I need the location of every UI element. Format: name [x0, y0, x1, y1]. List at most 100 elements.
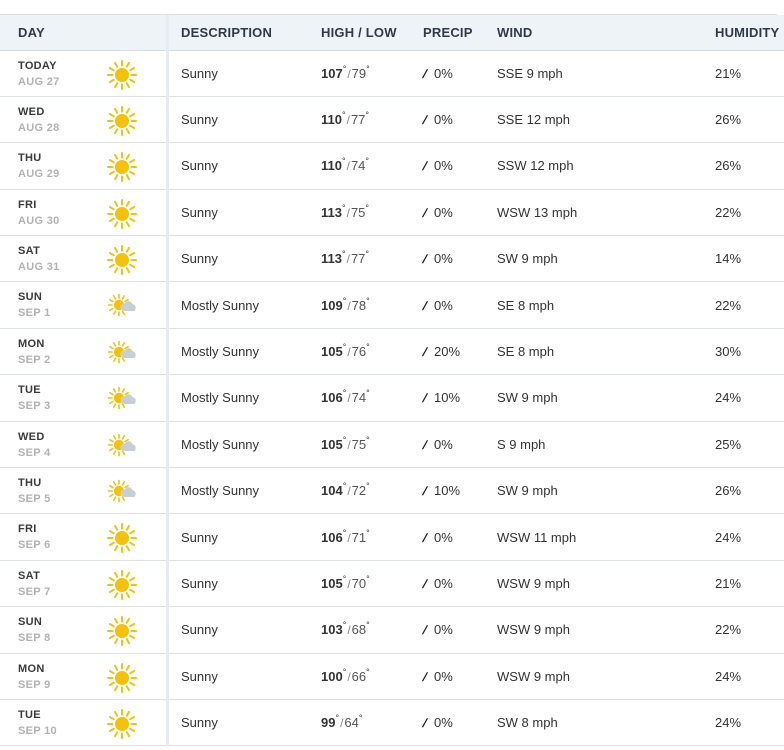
- degree-symbol: °: [341, 249, 346, 260]
- temp-separator: /: [347, 345, 351, 360]
- low-temp: 75: [350, 204, 366, 220]
- temp-separator: /: [347, 669, 351, 684]
- sunny-icon: [106, 569, 138, 601]
- forecast-panel: DAY DESCRIPTION HIGH / LOW PRECIP WIND H…: [0, 0, 784, 750]
- table-row[interactable]: FRI SEP 6 Sunny 106°/71°/0% WSW 11 mph 24%: [0, 513, 784, 561]
- high-temp: 110: [321, 112, 342, 128]
- table-row[interactable]: SUN SEP 8 Sunny 103°/68°/0% WSW 9 mph 22%: [0, 606, 784, 654]
- day-cell: TUE SEP 3: [0, 374, 169, 422]
- description-cell: Sunny: [167, 513, 321, 561]
- day-cell: SUN SEP 1: [0, 281, 169, 329]
- table-row[interactable]: TUE SEP 3 Mostly Sunny 106°/74°/10% SW 9 mph…: [0, 374, 784, 422]
- raindrop-icon: /: [421, 252, 428, 267]
- precip-cell: / 10%: [422, 467, 497, 515]
- degree-symbol: °: [366, 481, 370, 492]
- precip-cell: / 0%: [421, 421, 497, 469]
- table-row[interactable]: WED AUG 28 Sunny 110°/77°/0% SSE 12 mph 26%: [0, 96, 784, 144]
- table-row[interactable]: SUN SEP 1 Mostly Sunny 109°/78°/0% SE 8 mph 2…: [0, 281, 784, 329]
- description-cell: Mostly Sunny: [167, 467, 321, 515]
- low-temp: 68: [351, 622, 367, 638]
- day-of-week: SAT: [18, 569, 41, 582]
- day-cell: SAT AUG 31: [0, 235, 169, 283]
- wind-cell: WSW 9 mph: [497, 606, 715, 654]
- day-date: SEP 4: [18, 446, 51, 459]
- mostly-sunny-icon: [106, 430, 138, 462]
- low-temp: 72: [351, 483, 367, 499]
- table-row[interactable]: TUE SEP 10 Sunny 99°/64°/0% SW 8 mph 24%: [0, 699, 784, 747]
- table-row[interactable]: SAT AUG 31 Sunny 113°/77°/0% SW 9 mph 14%: [0, 235, 784, 283]
- table-row[interactable]: MON SEP 2 Mostly Sunny 105°/76°/20% SE 8 mph…: [0, 328, 784, 376]
- header-day[interactable]: DAY: [0, 15, 169, 51]
- precip-cell: / 0%: [422, 189, 497, 237]
- temp-separator: /: [347, 298, 351, 313]
- mostly-sunny-icon: [106, 290, 138, 322]
- wind-cell: SSE 9 mph: [497, 50, 715, 97]
- table-row[interactable]: THU SEP 5 Mostly Sunny 104°/72°/10% SW 9 mph…: [0, 467, 784, 515]
- high-temp: 109: [321, 297, 343, 313]
- temp-separator: /: [346, 252, 350, 267]
- header-description[interactable]: DESCRIPTION: [167, 15, 321, 51]
- degree-symbol: °: [342, 666, 347, 677]
- wind-cell: SW 9 mph: [497, 235, 715, 283]
- precip-cell: / 0%: [422, 699, 497, 747]
- sunny-icon: [106, 151, 138, 183]
- day-date: SEP 3: [18, 400, 51, 413]
- description-cell: Mostly Sunny: [167, 281, 321, 329]
- description-cell: Sunny: [167, 235, 321, 283]
- header-wind[interactable]: WIND: [497, 15, 715, 51]
- precip-value: 0%: [434, 297, 453, 313]
- day-of-week: THU: [18, 152, 42, 165]
- header-humidity[interactable]: HUMIDITY: [715, 15, 784, 51]
- degree-symbol: °: [341, 110, 346, 121]
- wind-cell: WSW 13 mph: [497, 189, 715, 237]
- precip-value: 0%: [434, 158, 453, 174]
- high-low-cell: 105°/75°: [321, 421, 423, 469]
- humidity-cell: 30%: [715, 328, 784, 376]
- day-of-week: TUE: [18, 708, 41, 721]
- table-row[interactable]: MON SEP 9 Sunny 100°/66°/0% WSW 9 mph 24%: [0, 653, 784, 700]
- day-date: SEP 6: [18, 539, 51, 552]
- description-cell: Mostly Sunny: [167, 374, 321, 422]
- precip-value: 0%: [434, 575, 453, 591]
- day-date: SEP 10: [18, 724, 57, 737]
- high-temp: 105: [321, 575, 343, 591]
- high-low-cell: 106°/74°: [321, 374, 423, 422]
- description-cell: Sunny: [167, 653, 321, 700]
- day-of-week: TUE: [18, 384, 41, 397]
- day-date: SEP 9: [18, 678, 51, 691]
- high-temp: 110: [321, 158, 342, 174]
- table-row[interactable]: FRI AUG 30 Sunny 113°/75°/0% WSW 13 mph 22%: [0, 189, 784, 237]
- header-high-low[interactable]: HIGH / LOW: [321, 15, 423, 51]
- header-precip[interactable]: PRECIP: [423, 15, 497, 51]
- day-of-week: WED: [18, 105, 45, 118]
- day-of-week: MON: [18, 337, 45, 350]
- mostly-sunny-icon: [106, 337, 138, 369]
- raindrop-icon: /: [421, 623, 428, 638]
- low-temp: 76: [351, 344, 367, 360]
- temp-separator: /: [347, 437, 351, 452]
- day-cell: WED SEP 4: [0, 421, 169, 469]
- temp-separator: /: [346, 113, 350, 128]
- high-low-cell: 105°/70°: [321, 560, 423, 608]
- low-temp: 77: [350, 251, 366, 267]
- raindrop-icon: /: [421, 345, 428, 360]
- wind-cell: WSW 9 mph: [497, 560, 715, 608]
- degree-symbol: °: [342, 573, 347, 584]
- day-of-week: SUN: [18, 616, 43, 629]
- degree-symbol: °: [366, 295, 370, 306]
- day-cell: SAT SEP 7: [0, 560, 169, 608]
- wind-cell: SSW 12 mph: [497, 142, 715, 190]
- degree-symbol: °: [366, 527, 370, 538]
- degree-symbol: °: [366, 620, 370, 631]
- degree-symbol: °: [342, 620, 347, 631]
- wind-cell: WSW 11 mph: [497, 513, 715, 561]
- description-cell: Sunny: [167, 189, 321, 237]
- raindrop-icon: /: [421, 437, 428, 452]
- table-row[interactable]: TODAY AUG 27 Sunny 107°/79°/0% SSE 9 mph 21%: [0, 50, 784, 97]
- degree-symbol: °: [342, 481, 347, 492]
- table-row[interactable]: THU AUG 29 Sunny 110°/74°/0% SSW 12 mph 26%: [0, 142, 784, 190]
- precip-value: 0%: [434, 65, 453, 81]
- high-temp: 106: [321, 390, 343, 406]
- table-row[interactable]: SAT SEP 7 Sunny 105°/70°/0% WSW 9 mph 21%: [0, 560, 784, 608]
- table-row[interactable]: WED SEP 4 Mostly Sunny 105°/75°/0% S 9 mph 25…: [0, 421, 784, 469]
